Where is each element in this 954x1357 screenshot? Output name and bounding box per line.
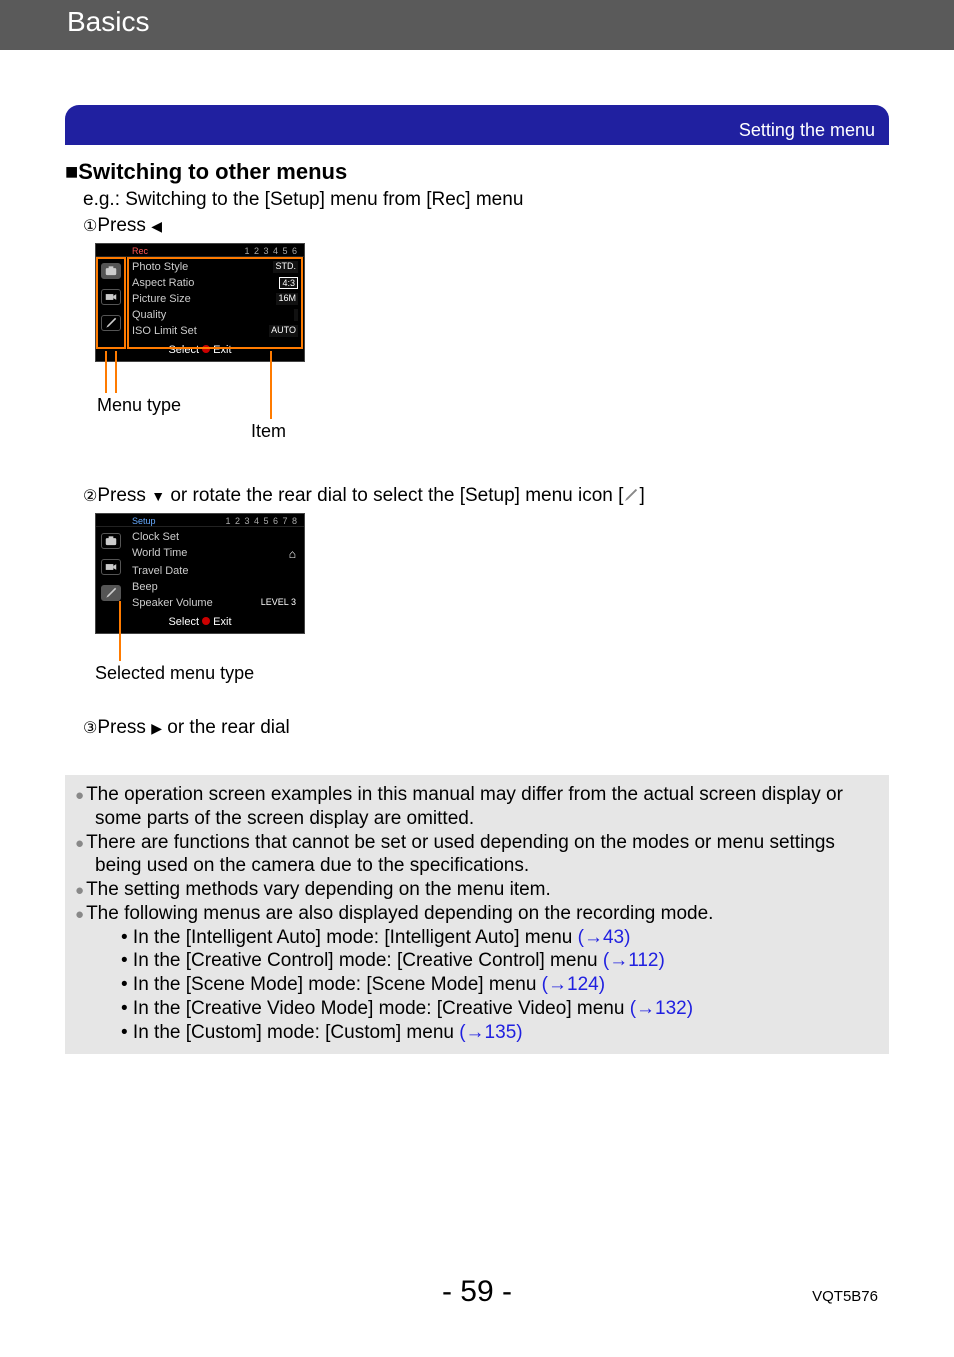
page-indicator: 1 2 3 4 5 6 7 8 [225,516,298,526]
section-title: ■Switching to other menus [65,159,889,185]
chapter-title: Basics [67,6,149,37]
step-2: ②Press or rotate the rear dial to select… [83,485,889,507]
list-item: Beep [126,579,304,595]
video-tab-icon [101,559,121,575]
page-number: - 59 - [442,1275,512,1308]
camera-ui-2: Setup 1 2 3 4 5 6 7 8 Clock Set World Ti… [95,513,305,634]
section-title-text: Switching to other menus [78,159,347,184]
callout-menu-type: Menu type [97,395,181,416]
step-3-text-b: or the rear dial [162,717,290,738]
sub-note-list: • In the [Intelligent Auto] mode: [Intel… [121,926,879,1045]
sub-note-item: • In the [Scene Mode] mode: [Scene Mode]… [121,973,879,997]
list-item: World Time⌂ [126,545,304,563]
down-arrow-icon [151,485,165,506]
step-2-text-b: or rotate the rear dial to select the [S… [165,485,623,506]
page-link[interactable]: (→124) [542,974,605,995]
list-item: Speaker VolumeLEVEL 3 [126,595,304,611]
callout-item: Item [251,421,286,442]
document-id: VQT5B76 [812,1288,878,1305]
page-link[interactable]: (→132) [630,998,693,1019]
right-arrow-icon [151,717,162,738]
menu-tab-label: Rec [132,246,148,256]
camera-footer: Select Exit [96,613,304,633]
menu-tabs [96,527,126,613]
left-arrow-icon [151,215,162,236]
bullet-icon: ● [75,835,84,852]
menu-tab-label: Setup [132,516,156,526]
banner-label: Setting the menu [739,120,875,141]
sub-note-item: • In the [Creative Control] mode: [Creat… [121,949,879,973]
page-link[interactable]: (→135) [459,1022,522,1043]
list-item: Clock Set [126,529,304,545]
step-2-text-c: ] [639,485,644,506]
callout-line [115,351,117,393]
page-link[interactable]: (→112) [603,950,665,971]
highlight-menu-tabs [96,257,126,349]
page-link[interactable]: (→43) [578,927,631,948]
chapter-header: Basics [0,0,954,50]
note-item: ●There are functions that cannot be set … [75,831,879,879]
callout-line [119,601,121,661]
step-2-text-a: Press [97,485,151,506]
step-3-text-a: Press [97,717,151,738]
list-item: Travel Date [126,563,304,579]
sub-note-item: • In the [Intelligent Auto] mode: [Intel… [121,926,879,950]
menu-list: Clock Set World Time⌂ Travel Date Beep S… [126,527,304,613]
notes-box: ●The operation screen examples in this m… [65,775,889,1054]
rec-tab-icon [101,533,121,549]
section-banner: Setting the menu [65,105,889,145]
note-item: ●The following menus are also displayed … [75,902,879,926]
sub-note-item: • In the [Creative Video Mode] mode: [Cr… [121,997,879,1021]
screenshot-1: Rec 1 2 3 4 5 6 Photo StyleSTD. Aspect R… [95,243,305,453]
callout-selected-menu: Selected menu type [95,663,254,684]
rec-dot-icon [202,617,210,625]
page-indicator: 1 2 3 4 5 6 [244,246,298,256]
step-3: ③Press or the rear dial [83,717,889,739]
wrench-icon [623,487,639,503]
sub-note-item: • In the [Custom] mode: [Custom] menu (→… [121,1021,879,1045]
step-2-num: ② [83,488,97,505]
screenshot-2: Setup 1 2 3 4 5 6 7 8 Clock Set World Ti… [95,513,305,701]
square-marker: ■ [65,159,78,184]
note-item: ●The setting methods vary depending on t… [75,878,879,902]
step-3-num: ③ [83,720,97,737]
step-1-num: ① [83,218,97,235]
callout-line [270,351,272,419]
example-text: e.g.: Switching to the [Setup] menu from… [83,189,889,211]
highlight-menu-items [127,257,303,349]
bullet-icon: ● [75,882,84,899]
bullet-icon: ● [75,906,84,923]
bullet-icon: ● [75,787,84,804]
note-item: ●The operation screen examples in this m… [75,783,879,831]
step-1-text: Press [97,215,151,236]
callout-line [105,351,107,393]
setup-tab-icon [101,585,121,601]
step-1: ①Press [83,215,889,237]
page-footer: - 59 - VQT5B76 [0,1275,954,1309]
